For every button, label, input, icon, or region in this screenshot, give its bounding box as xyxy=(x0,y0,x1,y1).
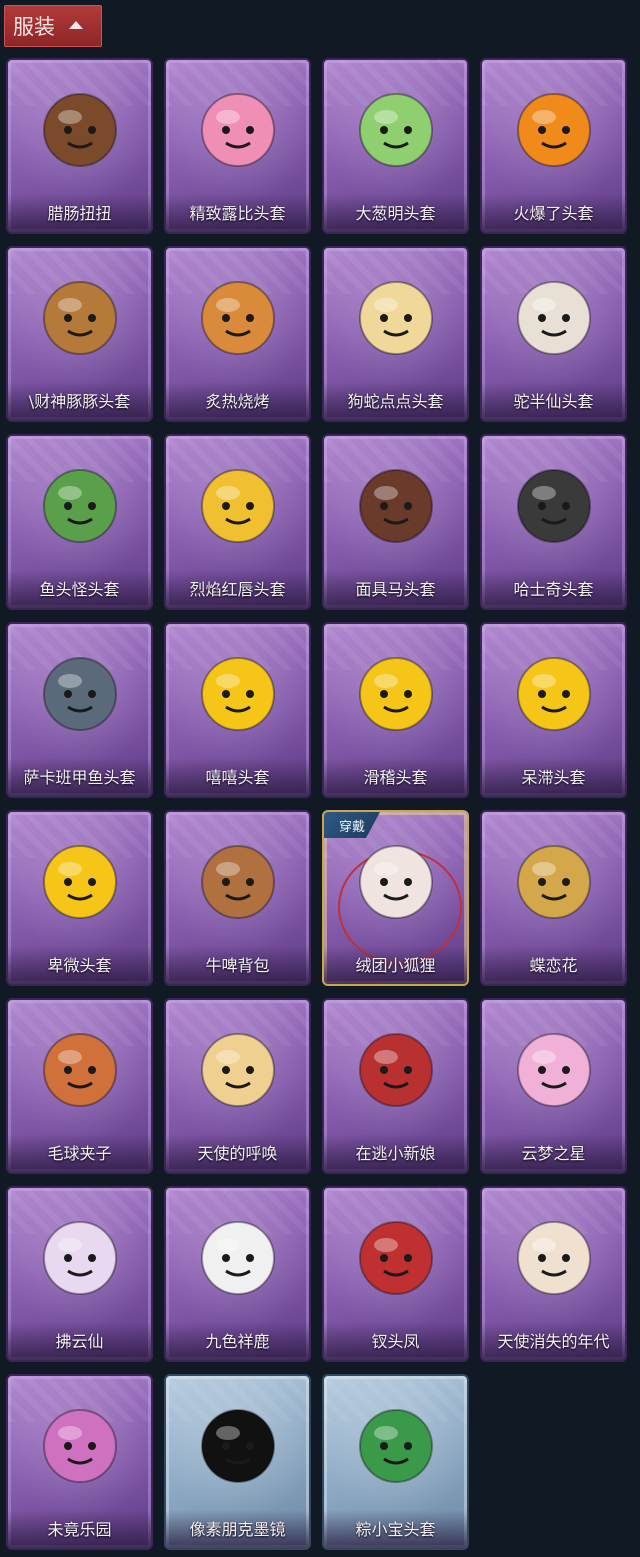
item-card[interactable]: 萨卡班甲鱼头套 xyxy=(6,622,153,798)
item-label: 像素朋克墨镜 xyxy=(189,1520,286,1539)
pink-pig-head-icon xyxy=(190,82,286,178)
item-card[interactable]: 炙热烧烤 xyxy=(164,246,311,422)
item-card[interactable]: 狗蛇点点头套 xyxy=(322,246,469,422)
bone-meat-head-icon xyxy=(190,270,286,366)
category-tab-costume[interactable]: 服装 xyxy=(4,5,102,47)
husky-head-icon xyxy=(506,458,602,554)
item-label: 腊肠扭扭 xyxy=(47,204,112,223)
item-label: 拂云仙 xyxy=(55,1332,104,1351)
item-label: 驼半仙头套 xyxy=(513,392,594,411)
item-card[interactable]: 火爆了头套 xyxy=(480,58,627,234)
item-label: 粽小宝头套 xyxy=(355,1520,436,1539)
sleeping-angel-icon xyxy=(506,1210,602,1306)
item-card[interactable]: 像素朋克墨镜 xyxy=(164,1374,311,1550)
item-label: 炙热烧烤 xyxy=(205,392,270,411)
item-card[interactable]: 蝶恋花 xyxy=(480,810,627,986)
capybara-head-icon xyxy=(32,270,128,366)
zongzi-head-icon xyxy=(348,1398,444,1494)
item-card[interactable]: 九色祥鹿 xyxy=(164,1186,311,1362)
item-label: 面具马头套 xyxy=(355,580,436,599)
angel-doll-icon xyxy=(190,1022,286,1118)
dog-head-icon xyxy=(32,82,128,178)
item-label: 呆滞头套 xyxy=(521,768,586,787)
item-label: 钗头凤 xyxy=(371,1332,420,1351)
item-card[interactable]: 呆滞头套 xyxy=(480,622,627,798)
item-label: 毛球夹子 xyxy=(47,1144,112,1163)
item-card[interactable]: 卑微头套 xyxy=(6,810,153,986)
item-card[interactable]: 鱼头怪头套 xyxy=(6,434,153,610)
item-card[interactable]: 腊肠扭扭 xyxy=(6,58,153,234)
item-card[interactable]: 穿戴 绒团小狐狸 xyxy=(322,810,469,986)
item-label: 鱼头怪头套 xyxy=(39,580,120,599)
item-label: 大葱明头套 xyxy=(355,204,436,223)
grin-emoji-icon xyxy=(190,646,286,742)
item-label: 滑稽头套 xyxy=(363,768,428,787)
item-label: 天使的呼唤 xyxy=(197,1144,278,1163)
item-card[interactable]: 未竟乐园 xyxy=(6,1374,153,1550)
butterfly-wreath-icon xyxy=(506,834,602,930)
item-card[interactable]: 牛啤背包 xyxy=(164,810,311,986)
item-card[interactable]: 云梦之星 xyxy=(480,998,627,1174)
beer-cow-backpack-icon xyxy=(190,834,286,930)
item-label: 火爆了头套 xyxy=(513,204,594,223)
fire-head-icon xyxy=(506,82,602,178)
item-card[interactable]: 天使消失的年代 xyxy=(480,1186,627,1362)
item-card[interactable]: 面具马头套 xyxy=(322,434,469,610)
pixel-sunglasses-icon xyxy=(190,1398,286,1494)
item-label: 卑微头套 xyxy=(47,956,112,975)
pikachu-mask-icon xyxy=(190,458,286,554)
item-label: 嘻嘻头套 xyxy=(205,768,270,787)
item-card[interactable]: 滑稽头套 xyxy=(322,622,469,798)
horse-head-icon xyxy=(348,458,444,554)
item-card[interactable]: 在逃小新娘 xyxy=(322,998,469,1174)
star-girl-icon xyxy=(32,1398,128,1494)
green-onion-head-icon xyxy=(348,82,444,178)
snake-head-icon xyxy=(348,270,444,366)
humble-emoji-icon xyxy=(32,834,128,930)
fish-ball-icon xyxy=(32,646,128,742)
item-card[interactable]: 精致露比头套 xyxy=(164,58,311,234)
item-card[interactable]: \财神豚豚头套 xyxy=(6,246,153,422)
smirk-emoji-icon xyxy=(348,646,444,742)
deer-charm-icon xyxy=(190,1210,286,1306)
fox-plush-icon xyxy=(348,834,444,930)
alpaca-head-icon xyxy=(506,270,602,366)
item-card[interactable]: 粽小宝头套 xyxy=(322,1374,469,1550)
item-label: 萨卡班甲鱼头套 xyxy=(23,768,136,787)
item-label: 烈焰红唇头套 xyxy=(189,580,286,599)
mushroom-bride-icon xyxy=(348,1022,444,1118)
item-card[interactable]: 驼半仙头套 xyxy=(480,246,627,422)
chevron-up-icon xyxy=(69,21,83,29)
item-label: 哈士奇头套 xyxy=(513,580,594,599)
item-label: \财神豚豚头套 xyxy=(28,392,131,411)
item-card[interactable]: 拂云仙 xyxy=(6,1186,153,1362)
item-label: 在逃小新娘 xyxy=(355,1144,436,1163)
item-label: 精致露比头套 xyxy=(189,204,286,223)
item-card[interactable]: 毛球夹子 xyxy=(6,998,153,1174)
unicorn-cloud-icon xyxy=(506,1022,602,1118)
item-label: 天使消失的年代 xyxy=(497,1332,610,1351)
item-card[interactable]: 钗头凤 xyxy=(322,1186,469,1362)
phoenix-princess-icon xyxy=(348,1210,444,1306)
stare-emoji-icon xyxy=(506,646,602,742)
item-label: 狗蛇点点头套 xyxy=(347,392,444,411)
item-label: 牛啤背包 xyxy=(205,956,270,975)
item-label: 九色祥鹿 xyxy=(205,1332,270,1351)
item-card[interactable]: 哈士奇头套 xyxy=(480,434,627,610)
fish-head-icon xyxy=(32,458,128,554)
item-card[interactable]: 嘻嘻头套 xyxy=(164,622,311,798)
item-card[interactable]: 烈焰红唇头套 xyxy=(164,434,311,610)
item-label: 云梦之星 xyxy=(521,1144,586,1163)
raccoon-drummer-icon xyxy=(32,1022,128,1118)
category-tab-label: 服装 xyxy=(13,15,55,39)
item-label: 绒团小狐狸 xyxy=(355,956,436,975)
item-label: 未竟乐园 xyxy=(47,1520,112,1539)
item-card[interactable]: 天使的呼唤 xyxy=(164,998,311,1174)
item-grid: 腊肠扭扭 精致露比头套 大葱明头套 火爆了头套 \财神豚豚头套 炙热烧烤 狗蛇点点头套 驼半仙… xyxy=(6,58,638,1550)
fairy-charm-icon xyxy=(32,1210,128,1306)
item-label: 蝶恋花 xyxy=(529,956,578,975)
item-card[interactable]: 大葱明头套 xyxy=(322,58,469,234)
